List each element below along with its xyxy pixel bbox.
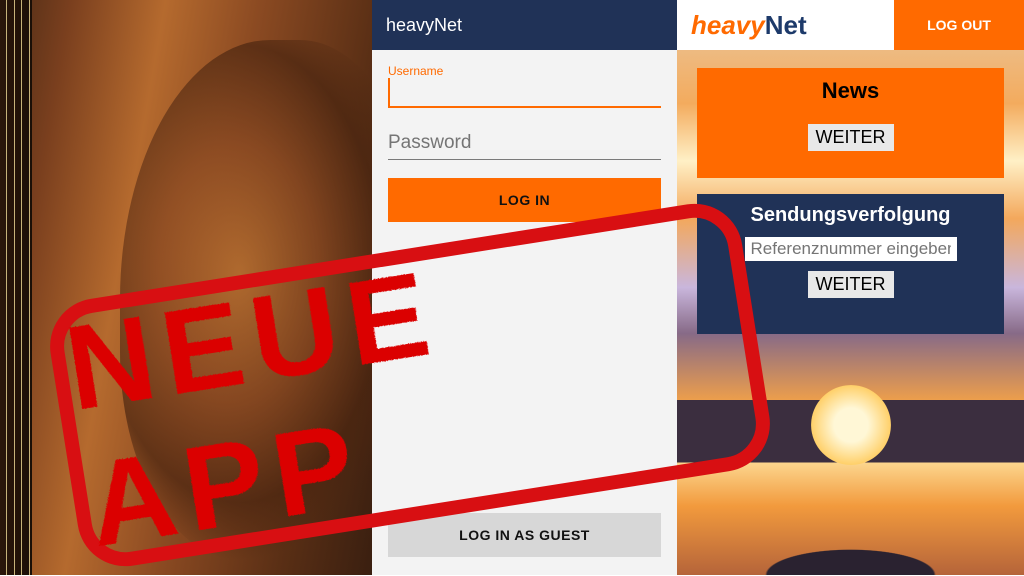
login-header: heavyNet xyxy=(372,0,677,50)
login-button[interactable]: LOG IN xyxy=(388,178,661,222)
tracking-title: Sendungsverfolgung xyxy=(707,204,994,227)
news-title: News xyxy=(707,78,994,104)
news-panel: News WEITER xyxy=(697,68,1004,178)
tracking-panel: Sendungsverfolgung WEITER xyxy=(697,194,1004,334)
username-input[interactable] xyxy=(388,78,661,108)
tracking-weiter-button[interactable]: WEITER xyxy=(808,271,894,298)
logout-button[interactable]: LOG OUT xyxy=(894,0,1024,50)
news-weiter-button[interactable]: WEITER xyxy=(808,124,894,151)
brand-prefix: heavy xyxy=(691,10,765,41)
login-screen: heavyNet Username LOG IN LOG IN AS GUEST xyxy=(372,0,677,575)
home-header: heavyNet LOG OUT xyxy=(677,0,1024,50)
home-screen: heavyNet LOG OUT News WEITER Sendungsver… xyxy=(677,0,1024,575)
promo-background xyxy=(0,0,372,575)
username-label: Username xyxy=(388,64,661,78)
password-input[interactable] xyxy=(388,126,661,160)
sun-graphic xyxy=(811,385,891,465)
login-title: heavyNet xyxy=(386,15,462,36)
reference-number-input[interactable] xyxy=(745,237,957,261)
brand-suffix: Net xyxy=(765,10,807,41)
login-as-guest-button[interactable]: LOG IN AS GUEST xyxy=(388,513,661,557)
